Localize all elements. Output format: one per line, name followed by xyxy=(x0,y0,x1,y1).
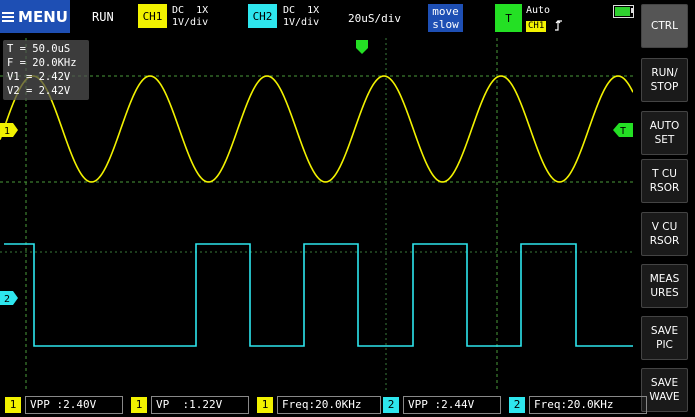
save-pic-button[interactable]: SAVE PIC xyxy=(641,316,688,360)
measurement-item[interactable]: 2 Freq:20.0KHz xyxy=(509,395,647,414)
info-period: T = 50.0uS xyxy=(7,43,71,55)
v-cursor-label-2: RSOR xyxy=(649,235,680,247)
measurement-item[interactable]: 1 VPP :2.40V xyxy=(5,395,123,414)
run-stop-label-1: RUN/ xyxy=(651,67,678,79)
ch2-coupling: DC 1X xyxy=(283,5,320,16)
trigger-mode[interactable]: Auto xyxy=(526,5,550,16)
trigger-position-marker[interactable] xyxy=(356,40,368,54)
measures-label-2: URES xyxy=(650,287,679,299)
ch2-level-marker[interactable]: 2 xyxy=(0,291,18,305)
ch1-volts-div: 1V/div xyxy=(172,17,209,28)
ch2-marker-label: 2 xyxy=(4,294,10,305)
rising-edge-icon xyxy=(555,20,562,31)
cursor-info-box: T = 50.0uS F = 20.0KHz V1 = 2.42V V2 = 2… xyxy=(3,40,89,100)
ctrl-button-label: CTRL xyxy=(651,20,678,32)
battery-tip xyxy=(631,8,633,13)
measurement-channel: 2 xyxy=(383,396,399,413)
measurement-item[interactable]: 1 Freq:20.0KHz xyxy=(257,395,381,414)
measurement-value: Freq:20.0KHz xyxy=(277,395,381,414)
measurement-item[interactable]: 1 VP :1.22V xyxy=(131,395,249,414)
measurement-channel: 2 xyxy=(509,396,525,413)
info-v1: V1 = 2.42V xyxy=(7,71,71,83)
info-frequency: F = 20.0KHz xyxy=(7,57,77,69)
ctrl-button[interactable]: CTRL xyxy=(641,4,688,48)
ch2-volts-div: 1V/div xyxy=(283,17,320,28)
save-pic-label-2: PIC xyxy=(656,339,673,351)
auto-set-button[interactable]: AUTO SET xyxy=(641,111,688,155)
v-cursor-button[interactable]: V CU RSOR xyxy=(641,212,688,256)
v-cursor-label-1: V CU xyxy=(651,221,678,233)
move-line1: move xyxy=(432,5,459,18)
measurement-channel: 1 xyxy=(257,396,273,413)
save-pic-label-1: SAVE xyxy=(650,325,679,337)
measurement-channel: 1 xyxy=(5,396,21,413)
trigger-tag[interactable]: T xyxy=(495,4,522,32)
menu-button[interactable]: MENU xyxy=(0,0,70,33)
ch2-tag[interactable]: CH2 xyxy=(248,4,277,28)
run-stop-button[interactable]: RUN/STOP xyxy=(641,58,688,102)
measurement-value: VPP :2.44V xyxy=(403,395,501,414)
run-stop-label-2: STOP xyxy=(650,81,679,93)
ch1-tag[interactable]: CH1 xyxy=(138,4,167,28)
ch1-coupling: DC 1X xyxy=(172,5,209,16)
trigger-level-marker[interactable]: T xyxy=(613,123,633,137)
measurement-item[interactable]: 2 VPP :2.44V xyxy=(383,395,501,414)
trigger-source[interactable]: CH1 xyxy=(526,21,547,32)
auto-set-label-2: SET xyxy=(654,134,675,146)
ch1-settings[interactable]: DC 1X 1V/div xyxy=(172,5,208,29)
move-line2: slow xyxy=(432,18,459,31)
measurement-value: VP :1.22V xyxy=(151,395,249,414)
info-v2: V2 = 2.42V xyxy=(7,85,71,97)
measurement-channel: 1 xyxy=(131,396,147,413)
ch2-settings[interactable]: DC 1X 1V/div xyxy=(283,5,319,29)
t-cursor-label-2: RSOR xyxy=(649,182,680,194)
save-wave-label-1: SAVE xyxy=(650,377,679,389)
ch1-waveform xyxy=(0,75,633,183)
hamburger-icon xyxy=(2,11,15,22)
measurement-value: VPP :2.40V xyxy=(25,395,123,414)
ch2-waveform xyxy=(4,243,633,347)
time-div[interactable]: 20uS/div xyxy=(348,12,401,25)
measures-label-1: MEAS xyxy=(649,273,680,285)
ch1-marker-label: 1 xyxy=(4,126,10,137)
measurement-value: Freq:20.0KHz xyxy=(529,395,647,414)
t-cursor-button[interactable]: T CU RSOR xyxy=(641,159,688,203)
ch1-level-marker[interactable]: 1 xyxy=(0,123,18,137)
run-state: RUN xyxy=(92,10,114,24)
measurement-bar: 1 VPP :2.40V 1 VP :1.22V 1 Freq:20.0KHz … xyxy=(0,393,695,417)
t-cursor-label-1: T CU xyxy=(652,168,677,180)
trigger-marker-label: T xyxy=(620,126,626,137)
menu-label: MENU xyxy=(18,7,68,26)
measures-button[interactable]: MEAS URES xyxy=(641,264,688,308)
waveform-display[interactable]: 1 2 T xyxy=(0,38,633,390)
auto-set-label-1: AUTO xyxy=(649,120,680,132)
battery-fill xyxy=(615,7,631,16)
move-speed-button[interactable]: move slow xyxy=(428,4,463,32)
